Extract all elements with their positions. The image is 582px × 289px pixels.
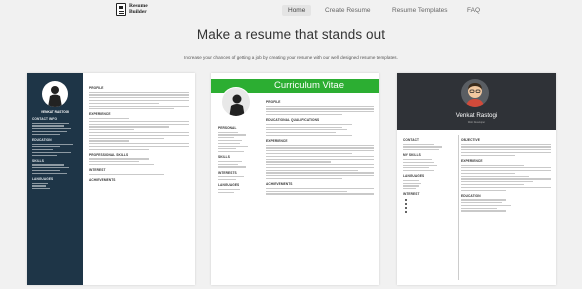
section-heading: LANGUAGES [403,174,425,179]
section-heading: INTEREST [403,192,420,197]
section-heading: ACHIEVEMENTS [89,177,116,182]
section-heading: PROFILE [266,100,281,104]
section-heading: PROFESSIONAL SKILLS [89,152,129,157]
section-heading: ACHIEVEMENTS [266,182,293,187]
template-1-sidebar: VENKAT RASTOGI CONTACT INFO EDUCATION SK… [27,73,83,285]
hero-subtitle: Increase your chances of getting a job b… [184,55,398,60]
section-heading: PROFILE [89,86,104,90]
section-heading: MY SKILLS [403,153,421,158]
nav-home-link[interactable]: Home [282,5,312,16]
section-heading: LANGUAGES [32,176,54,181]
template-2-left-column: PERSONAL SKILLS INTERESTS LANGUAGES [218,123,258,194]
nav-create-resume-link[interactable]: Create Resume [325,7,371,14]
template-3-left-column: CONTACT MY SKILLS LANGUAGES INTEREST [403,135,455,215]
section-heading: EDUCATION [32,137,52,142]
avatar-icon [461,79,489,107]
section-heading: EXPERIENCE [266,139,288,144]
section-heading: INTEREST [89,168,106,173]
template-card-2[interactable]: Curriculum Vitae PERSONAL SKILLS INTERES… [211,73,379,285]
section-heading: CONTACT INFO [32,117,58,121]
section-heading: CONTACT [403,138,420,142]
nav-resume-templates-link[interactable]: Resume Templates [392,7,448,14]
template-3-right-column: OBJECTIVE EXPERIENCE EDUCATION [461,135,551,213]
column-divider [458,135,459,280]
top-nav: Resume Builder Home Create Resume Resume… [0,0,582,22]
section-heading: EDUCATION [461,193,481,198]
template-3-role: Web Developer [467,121,486,124]
section-heading: OBJECTIVE [461,138,480,142]
nav-faq-link[interactable]: FAQ [467,7,480,14]
resume-logo-icon [116,3,126,16]
profile-photo [221,87,251,117]
template-3-header: Venkat Rastogi Web Developer [397,73,556,130]
profile-photo [42,81,68,107]
template-card-1[interactable]: VENKAT RASTOGI CONTACT INFO EDUCATION SK… [27,73,195,285]
section-heading: INTERESTS [218,170,237,175]
template-card-3[interactable]: Venkat Rastogi Web Developer CONTACT MY … [397,73,556,285]
section-heading: EXPERIENCE [89,112,111,117]
template-1-main: PROFILE EXPERIENCE PROFESSIONAL SKILLS I… [89,83,189,182]
template-3-name: Venkat Rastogi [455,112,498,119]
template-2-right-column: PROFILE EDUCATIONAL QUALIFICATIONS EXPER… [266,97,374,196]
section-heading: SKILLS [218,155,230,160]
template-1-name: VENKAT RASTOGI [40,110,70,114]
section-heading: PERSONAL [218,126,237,130]
section-heading: LANGUAGES [218,183,240,188]
section-heading: SKILLS [32,158,44,163]
logo[interactable]: Resume Builder [116,3,148,16]
section-heading: EDUCATIONAL QUALIFICATIONS [266,118,320,123]
logo-line-2: Builder [129,8,147,15]
hero-title: Make a resume that stands out [196,27,386,42]
section-heading: EXPERIENCE [461,158,483,163]
